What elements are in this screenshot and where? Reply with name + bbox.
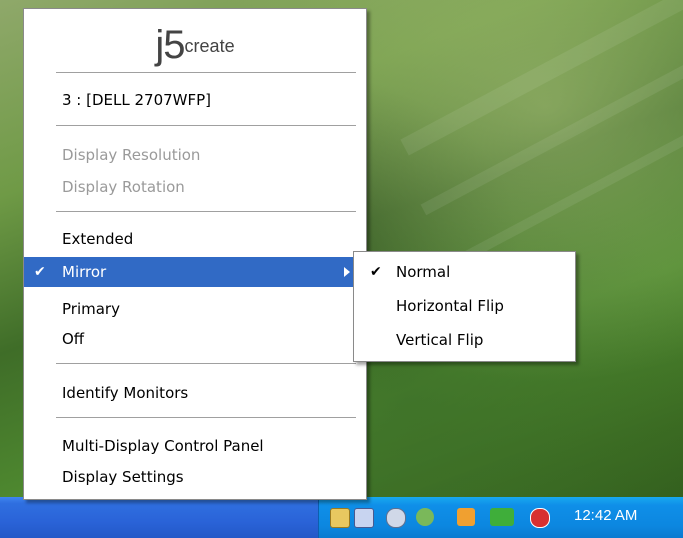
menu-item-monitor[interactable]: 3 : [DELL 2707WFP] xyxy=(24,85,366,115)
menu-separator xyxy=(56,417,356,418)
j5create-logo: j5create xyxy=(155,23,235,67)
security-shield-icon[interactable] xyxy=(530,508,550,528)
taskbar-clock[interactable]: 12:42 AM xyxy=(574,507,637,524)
network-tray-icon[interactable] xyxy=(416,508,434,526)
menu-item-control-panel[interactable]: Multi-Display Control Panel xyxy=(24,431,366,461)
checkmark-icon: ✔ xyxy=(370,264,382,280)
menu-separator xyxy=(56,125,356,126)
menu-item-primary[interactable]: Primary xyxy=(24,294,366,324)
menu-item-extended[interactable]: Extended xyxy=(24,224,366,254)
submenu-arrow-icon xyxy=(344,267,350,277)
submenu-item-horizontal-flip[interactable]: Horizontal Flip xyxy=(354,290,575,322)
volume-icon[interactable] xyxy=(457,508,475,526)
menu-item-display-rotation[interactable]: Display Rotation xyxy=(24,172,366,202)
menu-separator xyxy=(56,72,356,73)
submenu-item-normal[interactable]: ✔ Normal xyxy=(354,256,575,288)
menu-item-display-resolution[interactable]: Display Resolution xyxy=(24,140,366,170)
search-tray-icon[interactable] xyxy=(386,508,406,528)
menu-item-mirror[interactable]: ✔ Mirror xyxy=(24,257,366,287)
menu-separator xyxy=(56,363,356,364)
nvidia-tray-icon[interactable] xyxy=(490,508,514,526)
monitor-tray-icon[interactable] xyxy=(354,508,374,528)
menu-item-display-settings[interactable]: Display Settings xyxy=(24,462,366,492)
menu-item-off[interactable]: Off xyxy=(24,324,366,354)
mirror-submenu: ✔ Normal Horizontal Flip Vertical Flip xyxy=(353,251,576,362)
menu-item-identify-monitors[interactable]: Identify Monitors xyxy=(24,378,366,408)
j5-display-tray-icon[interactable] xyxy=(330,508,350,528)
checkmark-icon: ✔ xyxy=(34,264,46,280)
menu-separator xyxy=(56,211,356,212)
j5-context-menu: j5create 3 : [DELL 2707WFP] Display Reso… xyxy=(23,8,367,500)
submenu-item-vertical-flip[interactable]: Vertical Flip xyxy=(354,324,575,356)
